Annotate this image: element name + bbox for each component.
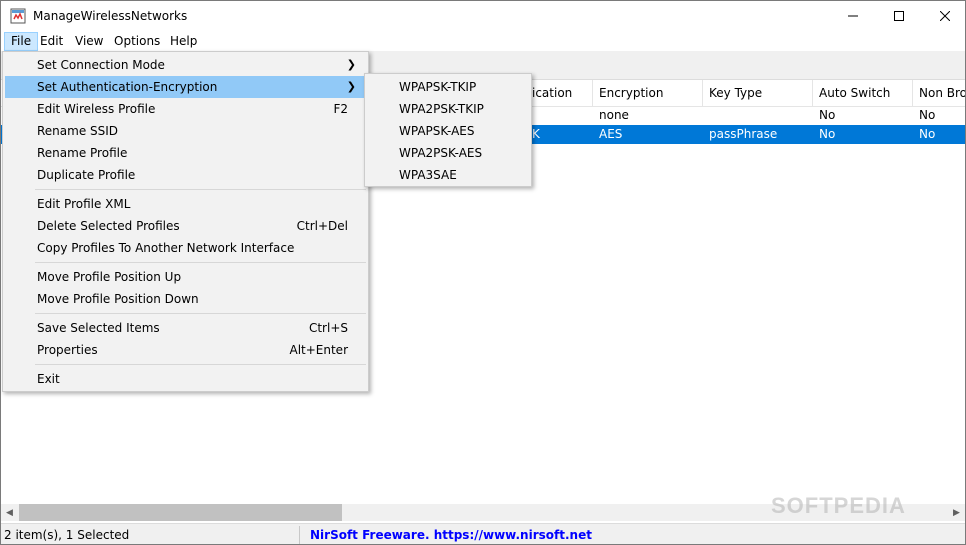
window-title: ManageWirelessNetworks: [33, 9, 188, 23]
menu-delete-selected-profiles[interactable]: Delete Selected Profiles Ctrl+Del: [5, 215, 366, 237]
cell-auto-switch: No: [819, 108, 836, 122]
close-icon: [940, 11, 950, 21]
scroll-left-icon[interactable]: ◀: [1, 504, 18, 521]
status-bar: 2 item(s), 1 Selected NirSoft Freeware. …: [1, 523, 965, 544]
menu-shortcut: Ctrl+S: [308, 321, 348, 335]
submenu-wpa2psk-aes[interactable]: WPA2PSK-AES: [367, 142, 529, 164]
cell-key-type: passPhrase: [709, 127, 778, 141]
submenu-arrow-icon: ❯: [346, 58, 356, 71]
cell-key-type: [703, 106, 813, 125]
submenu-wpa2psk-tkip[interactable]: WPA2PSK-TKIP: [367, 98, 529, 120]
menu-item-label: Save Selected Items: [37, 321, 160, 335]
column-header-auto-switch[interactable]: Auto Switch: [813, 80, 913, 106]
column-header-authentication[interactable]: ication: [526, 80, 593, 106]
menu-help[interactable]: Help: [164, 32, 203, 51]
menu-item-label: Set Authentication-Encryption: [37, 80, 218, 94]
menu-rename-ssid[interactable]: Rename SSID: [5, 120, 366, 142]
cell-non-broadcast: No: [919, 108, 936, 122]
menu-properties[interactable]: Properties Alt+Enter: [5, 339, 366, 361]
menu-item-label: Rename SSID: [37, 124, 119, 138]
menu-edit-wireless-profile[interactable]: Edit Wireless Profile F2: [5, 98, 366, 120]
menu-save-selected-items[interactable]: Save Selected Items Ctrl+S: [5, 317, 366, 339]
menu-rename-profile[interactable]: Rename Profile: [5, 142, 366, 164]
maximize-icon: [894, 11, 904, 21]
authentication-encryption-submenu: WPAPSK-TKIP WPA2PSK-TKIP WPAPSK-AES WPA2…: [364, 73, 532, 187]
menu-separator: [35, 313, 366, 314]
submenu-arrow-icon: ❯: [346, 80, 356, 93]
menu-set-authentication-encryption[interactable]: Set Authentication-Encryption ❯: [5, 76, 366, 98]
file-menu-dropdown: Set Connection Mode ❯ Set Authentication…: [2, 51, 369, 392]
minimize-icon: [848, 15, 858, 17]
status-divider: [299, 526, 300, 544]
column-header-non-broadcast[interactable]: Non Broa: [913, 80, 965, 106]
menu-bar: File Edit View Options Help: [1, 31, 965, 51]
cell-encryption: AES: [599, 127, 623, 141]
cell-authentication: K: [532, 127, 540, 141]
column-header-key-type[interactable]: Key Type: [703, 80, 813, 106]
softpedia-watermark: SOFTPEDIA: [771, 493, 906, 518]
status-item-count: 2 item(s), 1 Selected: [4, 528, 130, 542]
menu-item-label: Duplicate Profile: [37, 168, 136, 182]
menu-set-connection-mode[interactable]: Set Connection Mode ❯: [5, 54, 366, 76]
title-bar[interactable]: ManageWirelessNetworks: [1, 1, 965, 31]
menu-duplicate-profile[interactable]: Duplicate Profile: [5, 164, 366, 186]
submenu-wpapsk-aes[interactable]: WPAPSK-AES: [367, 120, 529, 142]
menu-item-label: Edit Profile XML: [37, 197, 131, 211]
menu-view[interactable]: View: [69, 32, 109, 51]
menu-copy-profiles[interactable]: Copy Profiles To Another Network Interfa…: [5, 237, 366, 259]
menu-item-label: Edit Wireless Profile: [37, 102, 156, 116]
menu-item-label: Copy Profiles To Another Network Interfa…: [37, 241, 295, 255]
minimize-button[interactable]: [830, 1, 876, 31]
menu-item-label: Exit: [37, 372, 60, 386]
maximize-button[interactable]: [876, 1, 922, 31]
menu-item-label: Move Profile Position Up: [37, 270, 182, 284]
menu-exit[interactable]: Exit: [5, 368, 366, 390]
menu-item-label: Rename Profile: [37, 146, 128, 160]
menu-shortcut: Alt+Enter: [289, 343, 348, 357]
menu-move-profile-down[interactable]: Move Profile Position Down: [5, 288, 366, 310]
app-icon: [10, 8, 26, 24]
scrollbar-thumb[interactable]: [19, 504, 342, 521]
scroll-right-icon[interactable]: ▶: [948, 504, 965, 521]
menu-separator: [35, 364, 366, 365]
menu-item-label: Properties: [37, 343, 98, 357]
menu-edit[interactable]: Edit: [34, 32, 69, 51]
menu-file[interactable]: File: [4, 32, 39, 51]
menu-item-label: Delete Selected Profiles: [37, 219, 180, 233]
nirsoft-link[interactable]: NirSoft Freeware. https://www.nirsoft.ne…: [310, 528, 592, 542]
menu-shortcut: F2: [333, 102, 348, 116]
submenu-wpa3sae[interactable]: WPA3SAE: [367, 164, 529, 186]
menu-separator: [35, 262, 366, 263]
menu-options[interactable]: Options: [108, 32, 166, 51]
menu-item-label: Set Connection Mode: [37, 58, 165, 72]
menu-item-label: Move Profile Position Down: [37, 292, 199, 306]
cell-authentication: [526, 106, 593, 125]
cell-encryption: none: [599, 108, 629, 122]
cell-non-broadcast: No: [919, 127, 936, 141]
menu-edit-profile-xml[interactable]: Edit Profile XML: [5, 193, 366, 215]
cell-auto-switch: No: [819, 127, 836, 141]
submenu-wpapsk-tkip[interactable]: WPAPSK-TKIP: [367, 76, 529, 98]
close-button[interactable]: [922, 1, 965, 31]
menu-shortcut: Ctrl+Del: [296, 219, 348, 233]
menu-separator: [35, 189, 366, 190]
menu-move-profile-up[interactable]: Move Profile Position Up: [5, 266, 366, 288]
column-header-encryption[interactable]: Encryption: [593, 80, 703, 106]
